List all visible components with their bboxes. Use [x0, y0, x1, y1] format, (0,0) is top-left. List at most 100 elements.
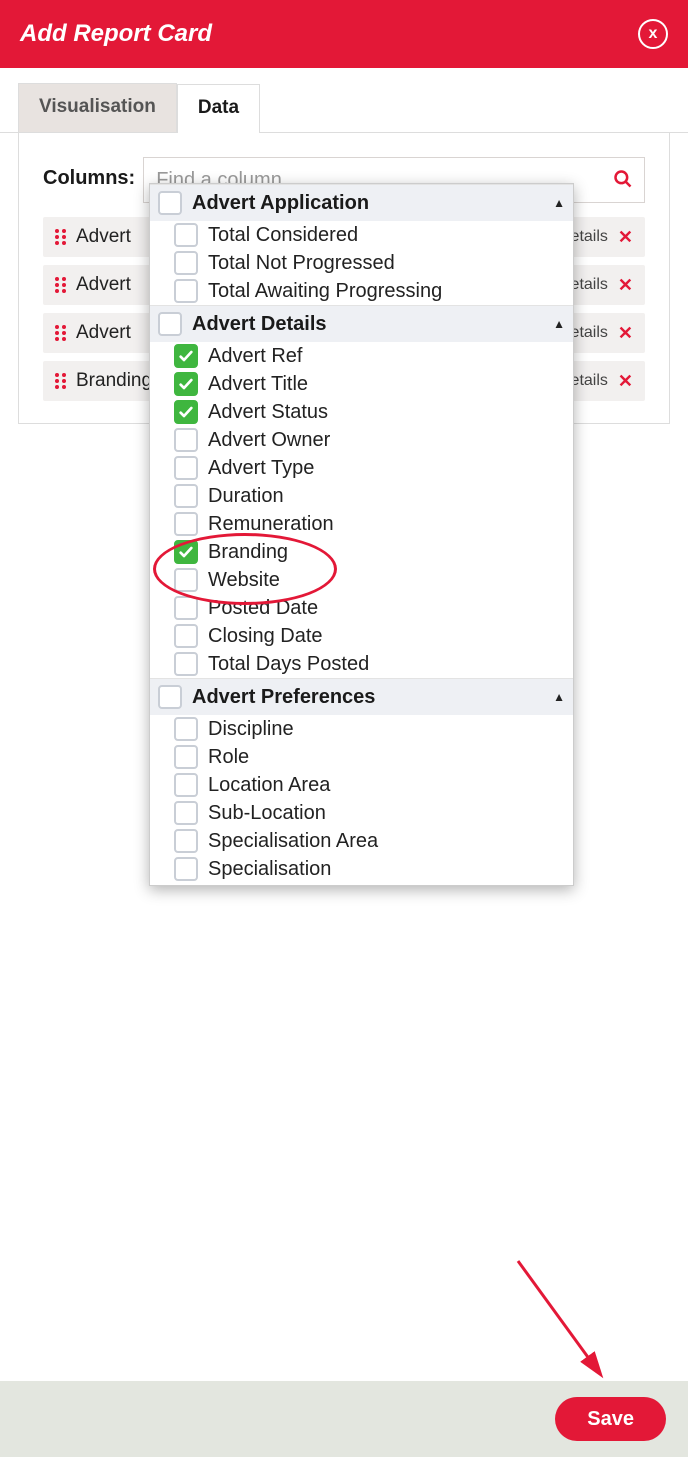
- dropdown-option[interactable]: Advert Ref: [150, 342, 573, 370]
- close-icon: x: [649, 25, 658, 43]
- option-label: Advert Type: [208, 457, 314, 480]
- close-button[interactable]: x: [638, 19, 668, 49]
- dropdown-group-header[interactable]: Advert Application ▲: [150, 184, 573, 221]
- option-label: Posted Date: [208, 597, 318, 620]
- dropdown-group-header[interactable]: Advert Details ▲: [150, 305, 573, 342]
- tab-data[interactable]: Data: [177, 84, 260, 133]
- option-label: Website: [208, 569, 280, 592]
- option-checkbox[interactable]: [174, 251, 198, 275]
- option-checkbox[interactable]: [174, 372, 198, 396]
- option-label: Branding: [208, 541, 288, 564]
- option-checkbox[interactable]: [174, 279, 198, 303]
- tab-visualisation[interactable]: Visualisation: [18, 83, 177, 132]
- option-checkbox[interactable]: [174, 773, 198, 797]
- option-checkbox[interactable]: [174, 428, 198, 452]
- dropdown-option[interactable]: Duration: [150, 482, 573, 510]
- remove-column-button[interactable]: ✕: [618, 371, 633, 392]
- dropdown-option[interactable]: Advert Status: [150, 398, 573, 426]
- option-checkbox[interactable]: [174, 745, 198, 769]
- dropdown-option[interactable]: Advert Owner: [150, 426, 573, 454]
- option-checkbox[interactable]: [174, 400, 198, 424]
- option-checkbox[interactable]: [174, 512, 198, 536]
- dropdown-option[interactable]: Total Not Progressed: [150, 249, 573, 277]
- collapse-icon[interactable]: ▲: [553, 196, 565, 210]
- group-title: Advert Preferences: [192, 686, 543, 709]
- option-checkbox[interactable]: [174, 801, 198, 825]
- dropdown-option[interactable]: Total Awaiting Progressing: [150, 277, 573, 305]
- drag-handle-icon[interactable]: [55, 277, 66, 293]
- option-label: Remuneration: [208, 513, 334, 536]
- dropdown-option[interactable]: Posted Date: [150, 594, 573, 622]
- column-dropdown: Advert Application ▲ Total Considered To…: [149, 183, 574, 886]
- remove-column-button[interactable]: ✕: [618, 323, 633, 344]
- dropdown-option[interactable]: Role: [150, 743, 573, 771]
- tab-bar: Visualisation Data: [0, 68, 688, 133]
- dropdown-group-header[interactable]: Advert Preferences ▲: [150, 678, 573, 715]
- remove-column-button[interactable]: ✕: [618, 227, 633, 248]
- option-label: Role: [208, 746, 249, 769]
- option-label: Duration: [208, 485, 284, 508]
- dropdown-option[interactable]: Remuneration: [150, 510, 573, 538]
- option-label: Sub-Location: [208, 802, 326, 825]
- option-label: Advert Status: [208, 401, 328, 424]
- option-label: Advert Ref: [208, 345, 302, 368]
- dropdown-option[interactable]: Total Considered: [150, 221, 573, 249]
- dropdown-option[interactable]: Website: [150, 566, 573, 594]
- option-label: Closing Date: [208, 625, 323, 648]
- option-checkbox[interactable]: [174, 344, 198, 368]
- collapse-icon[interactable]: ▲: [553, 690, 565, 704]
- option-label: Total Awaiting Progressing: [208, 280, 442, 303]
- option-checkbox[interactable]: [174, 456, 198, 480]
- option-label: Total Days Posted: [208, 653, 369, 676]
- option-label: Advert Title: [208, 373, 308, 396]
- drag-handle-icon[interactable]: [55, 325, 66, 341]
- option-checkbox[interactable]: [174, 652, 198, 676]
- dropdown-option[interactable]: Advert Type: [150, 454, 573, 482]
- group-checkbox[interactable]: [158, 191, 182, 215]
- dropdown-option[interactable]: Closing Date: [150, 622, 573, 650]
- option-label: Total Considered: [208, 224, 358, 247]
- selected-column-label: Advert: [76, 322, 131, 344]
- option-label: Advert Owner: [208, 429, 330, 452]
- option-label: Specialisation: [208, 858, 331, 881]
- option-label: Discipline: [208, 718, 294, 741]
- dropdown-option[interactable]: Branding: [150, 538, 573, 566]
- option-checkbox[interactable]: [174, 223, 198, 247]
- option-label: Total Not Progressed: [208, 252, 395, 275]
- collapse-icon[interactable]: ▲: [553, 317, 565, 331]
- dropdown-option[interactable]: Specialisation Area: [150, 827, 573, 855]
- columns-label: Columns:: [43, 157, 135, 190]
- data-panel: Columns: Advert Details ✕ Advert Details…: [18, 133, 670, 424]
- dropdown-option[interactable]: Location Area: [150, 771, 573, 799]
- dropdown-option[interactable]: Discipline: [150, 715, 573, 743]
- modal-header: Add Report Card x: [0, 0, 688, 68]
- group-title: Advert Details: [192, 313, 543, 336]
- dropdown-option[interactable]: Specialisation: [150, 855, 573, 883]
- option-label: Location Area: [208, 774, 330, 797]
- search-icon: [613, 169, 633, 194]
- modal-title: Add Report Card: [20, 20, 212, 48]
- selected-column-label: Advert: [76, 226, 131, 248]
- dropdown-option[interactable]: Advert Title: [150, 370, 573, 398]
- option-checkbox[interactable]: [174, 484, 198, 508]
- option-checkbox[interactable]: [174, 596, 198, 620]
- group-title: Advert Application: [192, 192, 543, 215]
- option-checkbox[interactable]: [174, 568, 198, 592]
- drag-handle-icon[interactable]: [55, 229, 66, 245]
- dropdown-option[interactable]: Sub-Location: [150, 799, 573, 827]
- annotation-arrow: [508, 1251, 628, 1391]
- save-button[interactable]: Save: [555, 1397, 666, 1441]
- group-checkbox[interactable]: [158, 685, 182, 709]
- option-checkbox[interactable]: [174, 857, 198, 881]
- option-checkbox[interactable]: [174, 829, 198, 853]
- group-checkbox[interactable]: [158, 312, 182, 336]
- remove-column-button[interactable]: ✕: [618, 275, 633, 296]
- selected-column-label: Branding: [76, 370, 152, 392]
- option-checkbox[interactable]: [174, 540, 198, 564]
- option-checkbox[interactable]: [174, 624, 198, 648]
- option-label: Specialisation Area: [208, 830, 378, 853]
- dropdown-option[interactable]: Total Days Posted: [150, 650, 573, 678]
- option-checkbox[interactable]: [174, 717, 198, 741]
- modal-footer: Save: [0, 1381, 688, 1457]
- drag-handle-icon[interactable]: [55, 373, 66, 389]
